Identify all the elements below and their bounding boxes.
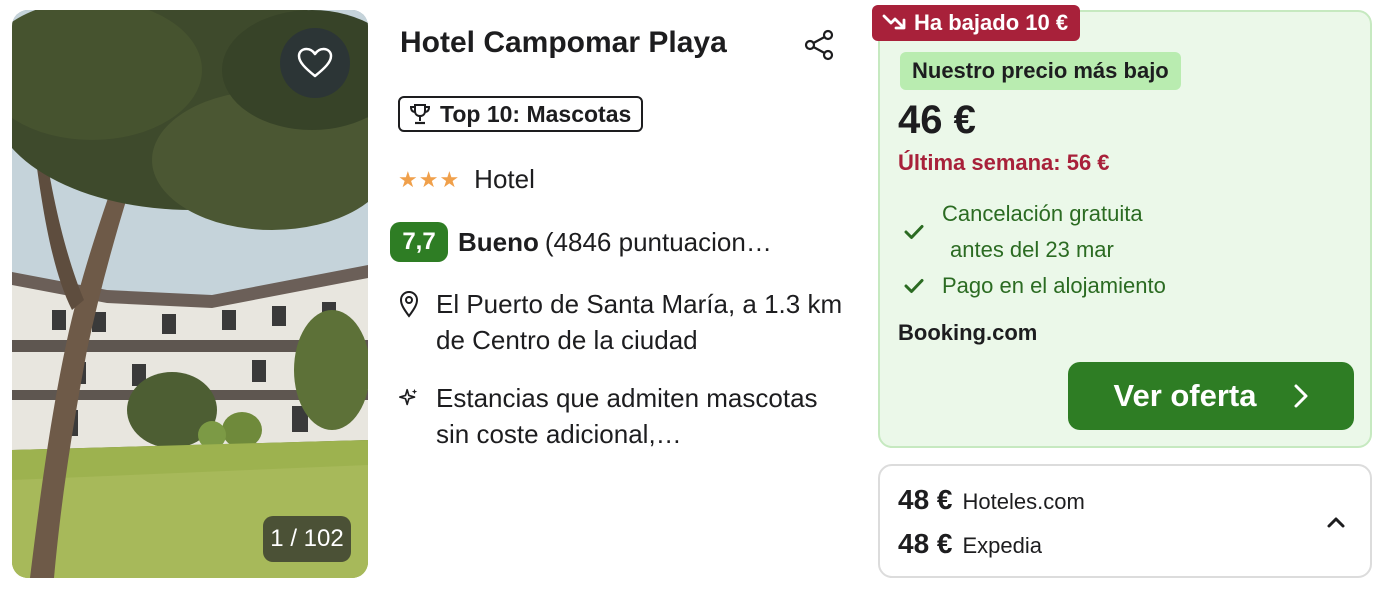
location-row: El Puerto de Santa María, a 1.3 km de Ce… xyxy=(398,286,846,358)
chevron-right-icon xyxy=(1294,384,1307,408)
sparkle-icon xyxy=(399,388,418,406)
rating-score: 7,7 xyxy=(390,222,448,262)
guest-rating[interactable]: 7,7 Bueno (4846 puntuacion… xyxy=(390,222,772,262)
hotel-photo[interactable]: 1 / 102 xyxy=(12,10,368,578)
award-badge[interactable]: Top 10: Mascotas xyxy=(398,96,644,132)
offer-row[interactable]: 48 € Expedia xyxy=(898,528,1042,560)
trend-down-icon xyxy=(882,14,906,30)
location-pin-icon xyxy=(399,290,419,318)
best-deal-card[interactable]: Nuestro precio más bajo 46 € Última sema… xyxy=(878,10,1372,448)
offer-price: 48 € xyxy=(898,528,953,559)
hotel-category: ★★★ Hotel xyxy=(398,164,535,195)
accommodation-type: Hotel xyxy=(474,164,535,194)
highlight-row: Estancias que admiten mascotas sin coste… xyxy=(398,380,846,452)
deal-provider: Booking.com xyxy=(898,320,1038,345)
location-text: El Puerto de Santa María, a 1.3 km de Ce… xyxy=(436,289,843,355)
photo-counter: 1 / 102 xyxy=(263,516,351,562)
chevron-up-icon[interactable] xyxy=(1324,510,1348,534)
rating-label: Bueno xyxy=(458,226,539,257)
check-icon xyxy=(904,225,924,239)
favorite-button[interactable] xyxy=(280,28,350,98)
share-button[interactable] xyxy=(802,28,836,62)
offer-row[interactable]: 48 € Hoteles.com xyxy=(898,484,1085,516)
offer-provider: Hoteles.com xyxy=(962,489,1085,514)
heart-icon xyxy=(297,47,333,78)
payment-row: Pago en el alojamiento xyxy=(904,268,1166,304)
view-offer-button[interactable]: Ver oferta xyxy=(1068,362,1354,430)
payment-text: Pago en el alojamiento xyxy=(942,273,1166,298)
view-offer-label: Ver oferta xyxy=(1113,378,1257,413)
hotel-name[interactable]: Hotel Campomar Playa xyxy=(400,26,727,60)
cancellation-row: Cancelación gratuita antes del 23 mar xyxy=(904,196,1143,268)
last-week-price: Última semana: 56 € xyxy=(898,150,1110,175)
deal-price: 46 € xyxy=(898,98,976,142)
check-icon xyxy=(904,279,924,293)
cancellation-text: Cancelación gratuita xyxy=(942,201,1143,226)
rating-count: (4846 puntuacion… xyxy=(544,226,772,257)
award-badge-label: Top 10: Mascotas xyxy=(440,100,632,127)
trophy-icon xyxy=(409,104,431,125)
share-icon xyxy=(804,29,834,61)
price-drop-label: Ha bajado 10 € xyxy=(914,10,1069,35)
highlight-text: Estancias que admiten mascotas sin coste… xyxy=(436,383,818,449)
offer-price: 48 € xyxy=(898,484,953,515)
hotel-info: Hotel Campomar Playa Top 10: Mascotas ★★… xyxy=(390,0,848,592)
price-drop-badge: Ha bajado 10 € xyxy=(872,5,1081,41)
other-offers-panel[interactable]: 48 € Hoteles.com 48 € Expedia xyxy=(878,464,1372,578)
cancellation-deadline: antes del 23 mar xyxy=(950,237,1114,262)
star-rating: ★★★ xyxy=(398,166,461,192)
offer-provider: Expedia xyxy=(962,533,1043,558)
lowest-price-badge: Nuestro precio más bajo xyxy=(900,52,1181,90)
